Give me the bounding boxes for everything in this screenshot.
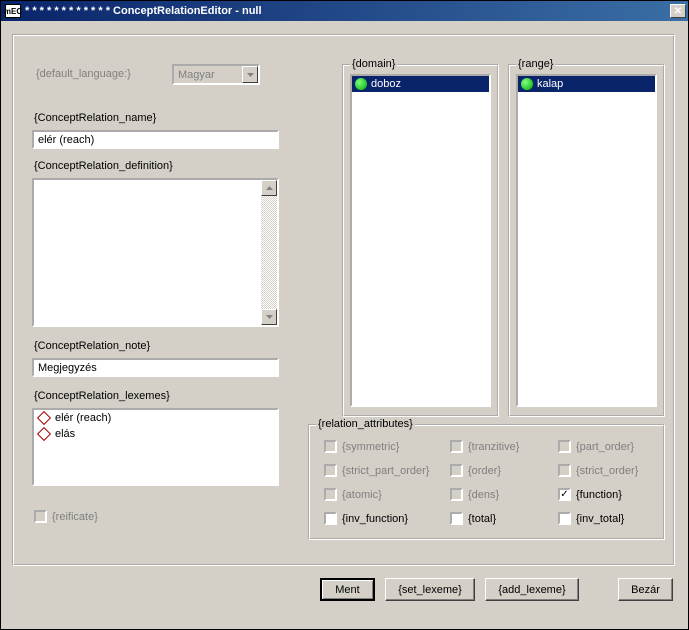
language-dropdown[interactable]: Magyar (172, 64, 260, 85)
name-input[interactable] (32, 130, 279, 149)
tranzitive-checkbox: {tranzitive} (450, 440, 519, 453)
part-order-checkbox: {part_order} (558, 440, 634, 453)
list-item[interactable]: kalap (518, 76, 655, 92)
set-lexeme-button[interactable]: {set_lexeme} (385, 578, 475, 601)
list-item[interactable]: doboz (352, 76, 489, 92)
note-label: {ConceptRelation_note} (34, 340, 150, 352)
concept-icon (521, 78, 533, 90)
symmetric-checkbox: {symmetric} (324, 440, 399, 453)
add-lexeme-button[interactable]: {add_lexeme} (485, 578, 579, 601)
domain-fieldset: {domain} doboz (342, 64, 499, 417)
scrollbar[interactable] (261, 180, 277, 325)
relation-attributes-fieldset: {relation_attributes} {symmetric} {tranz… (308, 424, 665, 540)
range-fieldset: {range} kalap (508, 64, 665, 417)
name-label: {ConceptRelation_name} (34, 112, 156, 124)
list-item[interactable]: elér (reach) (34, 410, 277, 426)
scroll-track[interactable] (261, 196, 277, 309)
lexeme-icon (37, 411, 51, 425)
domain-listbox[interactable]: doboz (350, 74, 491, 407)
titlebar: mEC * * * * * * * * * * * * ConceptRelat… (1, 1, 688, 21)
strict-part-order-checkbox: {strict_part_order} (324, 464, 429, 477)
lexemes-label: {ConceptRelation_lexemes} (34, 390, 170, 402)
language-value: Magyar (174, 69, 242, 81)
main-panel: {default_language:} Magyar {ConceptRelat… (12, 34, 675, 566)
lexeme-text: elér (reach) (55, 412, 111, 424)
window-title: * * * * * * * * * * * * ConceptRelationE… (25, 5, 262, 17)
lexeme-icon (37, 427, 51, 441)
close-icon[interactable]: ✕ (670, 4, 686, 18)
lexeme-text: elás (55, 428, 75, 440)
inv-total-checkbox[interactable]: {inv_total} (558, 512, 624, 525)
domain-item-text: doboz (371, 78, 401, 90)
app-icon: mEC (5, 4, 21, 18)
default-language-label: {default_language:} (36, 68, 131, 80)
checkbox-box (34, 510, 47, 523)
list-item[interactable]: elás (34, 426, 277, 442)
order-checkbox: {order} (450, 464, 501, 477)
reificate-checkbox: {reificate} (34, 510, 98, 523)
inv-function-checkbox[interactable]: {inv_function} (324, 512, 408, 525)
reificate-label: {reificate} (52, 511, 98, 523)
scroll-down-icon[interactable] (261, 309, 277, 325)
domain-label: {domain} (350, 58, 397, 70)
save-button[interactable]: Ment (320, 578, 375, 601)
concept-icon (355, 78, 367, 90)
chevron-down-icon[interactable] (242, 66, 258, 83)
close-button[interactable]: Bezár (618, 578, 673, 601)
dens-checkbox: {dens} (450, 488, 499, 501)
range-listbox[interactable]: kalap (516, 74, 657, 407)
range-item-text: kalap (537, 78, 563, 90)
note-input[interactable] (32, 358, 279, 377)
strict-order-checkbox: {strict_order} (558, 464, 638, 477)
lexemes-listbox[interactable]: elér (reach) elás (32, 408, 279, 486)
definition-label: {ConceptRelation_definition} (34, 160, 173, 172)
range-label: {range} (516, 58, 555, 70)
function-checkbox[interactable]: ✓{function} (558, 488, 622, 501)
atomic-checkbox: {atomic} (324, 488, 382, 501)
scroll-up-icon[interactable] (261, 180, 277, 196)
total-checkbox[interactable]: {total} (450, 512, 496, 525)
definition-textarea[interactable] (32, 178, 279, 327)
relation-attributes-label: {relation_attributes} (316, 418, 415, 430)
